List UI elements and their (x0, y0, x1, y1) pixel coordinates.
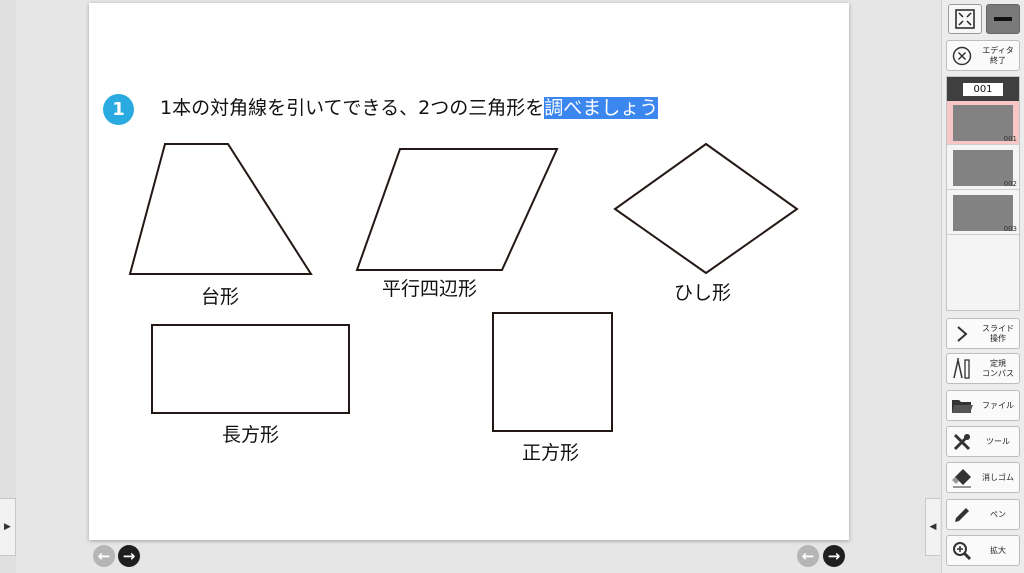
prev-page-button-right[interactable]: ← (797, 545, 819, 567)
tool-sidebar: エディタ 終了 001 001 002 003 スライド 操作 定規 コンパス (941, 0, 1024, 573)
rectangle-shape (151, 324, 350, 414)
minimize-button[interactable] (986, 4, 1020, 34)
page-indicator: 001 (947, 77, 1019, 101)
arrow-left-icon: ← (801, 546, 815, 565)
compass-icon (947, 354, 977, 383)
folder-icon (947, 391, 977, 420)
parallelogram-label: 平行四辺形 (382, 278, 478, 300)
eraser-label: 消しゴム (982, 472, 1014, 482)
editor-exit-label: エディタ 終了 (982, 45, 1014, 65)
page-thumbnail[interactable]: 003 (947, 191, 1019, 235)
thumbnail-number: 002 (1003, 180, 1017, 188)
zoom-label: 拡大 (990, 545, 1006, 555)
triangle-right-icon: ▶ (4, 522, 11, 532)
page-thumbnail[interactable]: 002 (947, 146, 1019, 190)
eraser-icon (947, 463, 977, 492)
file-button[interactable]: ファイル (946, 390, 1020, 421)
rhombus-label: ひし形 (674, 282, 732, 304)
prev-page-button-left[interactable]: ← (93, 545, 115, 567)
pen-label: ペン (990, 509, 1006, 519)
arrow-left-icon: ← (97, 546, 111, 565)
arrow-right-icon: → (827, 546, 841, 565)
trapezoid-shape (128, 143, 313, 275)
left-panel-toggle[interactable]: ▶ (0, 498, 16, 556)
trapezoid-label: 台形 (201, 286, 240, 308)
pen-button[interactable]: ペン (946, 499, 1020, 530)
ruler-compass-button[interactable]: 定規 コンパス (946, 353, 1020, 384)
thumbnail-number: 003 (1003, 225, 1017, 233)
page-thumbnail[interactable]: 001 (947, 101, 1019, 145)
right-panel-toggle[interactable]: ◀ (925, 498, 940, 556)
question-text-highlighted[interactable]: 調べましょう (544, 97, 659, 119)
thumbnail-number: 001 (1003, 135, 1017, 143)
tool-label: ツール (986, 436, 1010, 446)
slide-operation-button[interactable]: スライド 操作 (946, 318, 1020, 349)
fit-screen-button[interactable] (948, 4, 982, 34)
question-number-badge: 1 (103, 94, 134, 125)
next-page-button-left[interactable]: → (118, 545, 140, 567)
zoom-button[interactable]: 拡大 (946, 535, 1020, 566)
wrench-icon (947, 427, 977, 456)
current-page-number: 001 (963, 82, 1003, 96)
slide-canvas[interactable]: 1 1本の対角線を引いてできる、2つの三角形を調べましょう 台形 平行四辺形 ひ… (89, 3, 849, 540)
editor-exit-button[interactable]: エディタ 終了 (946, 40, 1020, 71)
eraser-button[interactable]: 消しゴム (946, 462, 1020, 493)
page-thumbnail-panel: 001 001 002 003 (946, 76, 1020, 311)
parallelogram-shape (355, 148, 559, 271)
left-panel-strip (0, 0, 16, 573)
question-text: 1本の対角線を引いてできる、2つの三角形を調べましょう (160, 94, 659, 122)
file-label: ファイル (982, 400, 1014, 410)
rhombus-shape (613, 142, 799, 275)
arrow-right-icon: → (122, 546, 136, 565)
chevron-right-icon (947, 319, 977, 348)
slide-operation-label: スライド 操作 (982, 323, 1014, 343)
next-page-button-right[interactable]: → (823, 545, 845, 567)
close-circle-icon (947, 41, 977, 70)
ruler-compass-label: 定規 コンパス (982, 358, 1014, 378)
shape-drawing (128, 142, 799, 432)
zoom-in-icon (947, 536, 977, 565)
square-label: 正方形 (522, 442, 580, 464)
minimize-icon (994, 17, 1012, 21)
tool-button[interactable]: ツール (946, 426, 1020, 457)
square-shape (492, 312, 613, 432)
rectangle-label: 長方形 (222, 424, 280, 446)
fit-screen-icon (955, 9, 975, 29)
triangle-left-icon: ◀ (929, 522, 937, 532)
question-text-main: 1本の対角線を引いてできる、2つの三角形を (160, 97, 545, 119)
pen-icon (947, 500, 977, 529)
